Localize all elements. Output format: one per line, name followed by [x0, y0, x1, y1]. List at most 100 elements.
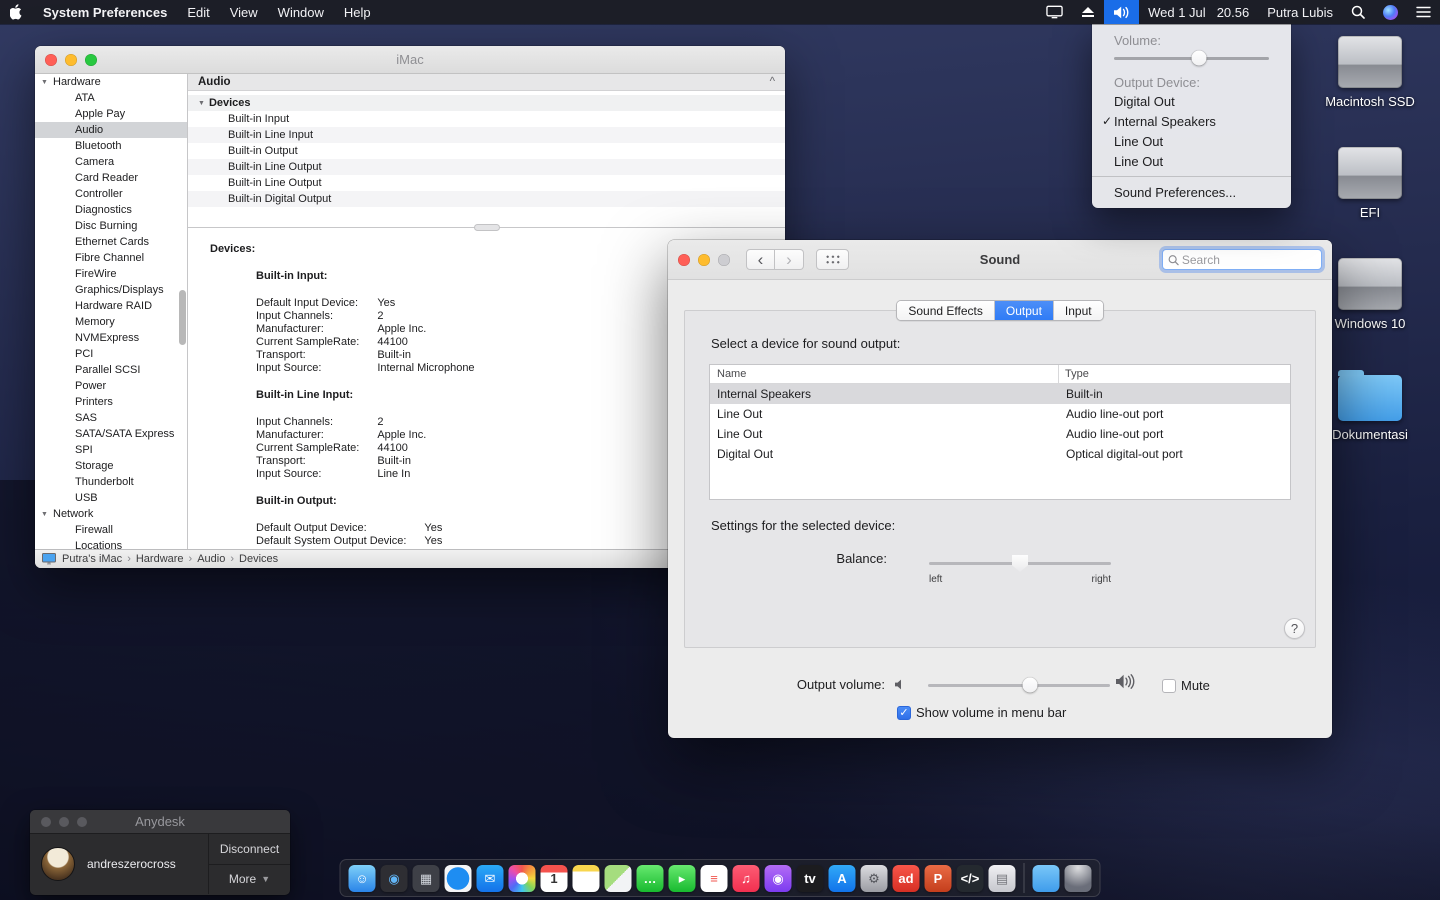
sysinfo-sidebar-item[interactable]: ▼ Memory	[35, 314, 187, 330]
sidebar-scrollbar-thumb[interactable]	[179, 290, 186, 345]
minimize-button[interactable]	[698, 254, 710, 266]
show-volume-checkbox[interactable]: ✓	[897, 706, 911, 720]
dock-app-icon[interactable]	[1033, 865, 1060, 892]
output-device-menu-item[interactable]: ✓ Internal Speakers	[1092, 111, 1291, 131]
sysinfo-sidebar-item[interactable]: ▼ Graphics/Displays	[35, 282, 187, 298]
dock-app-icon[interactable]: …	[637, 865, 664, 892]
balance-slider-thumb[interactable]	[1012, 555, 1028, 572]
tab-button[interactable]: Output	[995, 301, 1054, 320]
close-button[interactable]	[45, 54, 57, 66]
sysinfo-sidebar-item[interactable]: ▼ SAS	[35, 410, 187, 426]
device-tree-row[interactable]: Built-in Input	[188, 111, 785, 127]
device-tree-row[interactable]: Built-in Line Input	[188, 127, 785, 143]
disconnect-button[interactable]: Disconnect	[209, 834, 290, 865]
column-header-name[interactable]: Name	[710, 365, 1059, 383]
pane-splitter[interactable]	[188, 227, 785, 229]
sysinfo-sidebar-item[interactable]: ▼ Printers	[35, 394, 187, 410]
output-device-row[interactable]: Line Out Audio line-out port	[710, 404, 1290, 424]
eject-menu-icon[interactable]	[1072, 0, 1104, 24]
breadcrumb-item[interactable]: Hardware	[127, 553, 188, 565]
sysinfo-sidebar-item[interactable]: ▼ SPI	[35, 442, 187, 458]
user-menu[interactable]: Putra Lubis	[1258, 0, 1342, 24]
menu-bar-menu-item[interactable]: Window	[268, 0, 334, 24]
output-device-menu-item[interactable]: ✓ Digital Out	[1092, 91, 1291, 111]
menu-bar-menu-item[interactable]: Help	[334, 0, 381, 24]
disclosure-triangle-icon[interactable]: ▼	[41, 511, 50, 518]
dock-app-icon[interactable]: ad	[893, 865, 920, 892]
dock-app-icon[interactable]: ◉	[381, 865, 408, 892]
volume-menu-icon[interactable]	[1104, 0, 1139, 24]
desktop-icon[interactable]: Macintosh SSD	[1316, 36, 1424, 109]
dock-app-icon[interactable]: ✉	[477, 865, 504, 892]
sysinfo-sidebar-item[interactable]: ▼ Audio	[35, 122, 187, 138]
breadcrumb-item[interactable]: Audio	[189, 553, 231, 565]
search-field[interactable]	[1162, 249, 1322, 270]
sysinfo-sidebar-item[interactable]: ▼ Storage	[35, 458, 187, 474]
dock-app-icon[interactable]: ▤	[989, 865, 1016, 892]
sound-toolbar[interactable]: Sound ‹ ›	[668, 240, 1332, 280]
sysinfo-sidebar-item[interactable]: ▼ Network	[35, 506, 187, 522]
minimize-button[interactable]	[59, 817, 69, 827]
sound-preferences-menu-item[interactable]: Sound Preferences...	[1092, 182, 1291, 202]
show-all-preferences-button[interactable]	[816, 249, 849, 270]
dock-app-icon[interactable]: ☺	[349, 865, 376, 892]
sysinfo-sidebar-item[interactable]: ▼ Disc Burning	[35, 218, 187, 234]
dock-app-icon[interactable]: ▦	[413, 865, 440, 892]
device-tree-row[interactable]: Built-in Line Output	[188, 175, 785, 191]
sysinfo-sidebar-item[interactable]: ▼ PCI	[35, 346, 187, 362]
sysinfo-sidebar-item[interactable]: ▼ Thunderbolt	[35, 474, 187, 490]
zoom-button[interactable]	[718, 254, 730, 266]
search-input[interactable]	[1182, 253, 1316, 267]
disclosure-triangle-icon[interactable]: ▼	[198, 100, 205, 107]
dock-app-icon[interactable]: </>	[957, 865, 984, 892]
sysinfo-sidebar-item[interactable]: ▼ Parallel SCSI	[35, 362, 187, 378]
dock-app-icon[interactable]	[605, 865, 632, 892]
balance-slider[interactable]	[929, 554, 1111, 572]
zoom-button[interactable]	[85, 54, 97, 66]
sysinfo-sidebar-item[interactable]: ▼ SATA/SATA Express	[35, 426, 187, 442]
menu-volume-slider-thumb[interactable]	[1192, 51, 1207, 66]
close-button[interactable]	[41, 817, 51, 827]
sysinfo-sidebar-item[interactable]: ▼ Firewall	[35, 522, 187, 538]
sysinfo-sidebar-item[interactable]: ▼ USB	[35, 490, 187, 506]
spotlight-search-icon[interactable]	[1342, 0, 1374, 24]
dock-app-icon[interactable]	[1065, 865, 1092, 892]
sysinfo-sidebar-item[interactable]: ▼ Camera	[35, 154, 187, 170]
sysinfo-sidebar-item[interactable]: ▼ Hardware	[35, 74, 187, 90]
zoom-button[interactable]	[77, 817, 87, 827]
dock-app-icon[interactable]: ▸	[669, 865, 696, 892]
dock-app-icon[interactable]: A	[829, 865, 856, 892]
apple-menu-icon[interactable]	[0, 0, 33, 24]
sysinfo-sidebar-item[interactable]: ▼ NVMExpress	[35, 330, 187, 346]
dock-app-icon[interactable]	[445, 865, 472, 892]
dock-app-icon[interactable]: ≡	[701, 865, 728, 892]
app-menu-title[interactable]: System Preferences	[33, 0, 177, 24]
sysinfo-sidebar-item[interactable]: ▼ Diagnostics	[35, 202, 187, 218]
menu-bar-clock[interactable]: Wed 1 Jul20.56	[1139, 0, 1258, 24]
output-volume-slider-thumb[interactable]	[1022, 678, 1037, 693]
dock-app-icon[interactable]: ◉	[765, 865, 792, 892]
desktop-icon[interactable]: EFI	[1316, 147, 1424, 220]
tab-button[interactable]: Input	[1054, 301, 1103, 320]
desktop-icon[interactable]: Dokumentasi	[1316, 369, 1424, 442]
more-button[interactable]: More▼	[209, 865, 290, 895]
display-menu-icon[interactable]	[1037, 0, 1072, 24]
menu-bar-menu-item[interactable]: View	[220, 0, 268, 24]
anydesk-titlebar[interactable]: Anydesk	[30, 810, 290, 834]
sysinfo-sidebar-item[interactable]: ▼ Card Reader	[35, 170, 187, 186]
dock-app-icon[interactable]: P	[925, 865, 952, 892]
tab-button[interactable]: Sound Effects	[897, 301, 995, 320]
device-tree-row[interactable]: Built-in Digital Output	[188, 191, 785, 207]
sysinfo-sidebar-item[interactable]: ▼ ATA	[35, 90, 187, 106]
output-device-row[interactable]: Digital Out Optical digital-out port	[710, 444, 1290, 464]
menu-bar-menu-item[interactable]: Edit	[177, 0, 219, 24]
device-tree-row[interactable]: Built-in Output	[188, 143, 785, 159]
breadcrumb-item[interactable]: Devices	[230, 553, 283, 565]
close-button[interactable]	[678, 254, 690, 266]
splitter-grip-icon[interactable]	[474, 224, 500, 231]
dock-app-icon[interactable]: ♫	[733, 865, 760, 892]
sysinfo-sidebar-item[interactable]: ▼ Power	[35, 378, 187, 394]
audio-pane-header[interactable]: Audio ^	[188, 74, 785, 91]
sysinfo-sidebar-item[interactable]: ▼ Apple Pay	[35, 106, 187, 122]
sysinfo-sidebar-item[interactable]: ▼ Fibre Channel	[35, 250, 187, 266]
